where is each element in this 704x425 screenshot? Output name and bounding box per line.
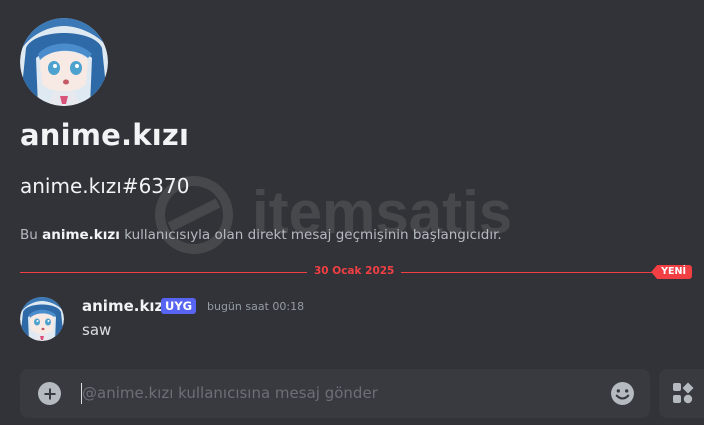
intro-username: anime.kızı: [42, 227, 120, 243]
app-tag-badge: UYG: [161, 298, 197, 314]
divider-date: 30 Ocak 2025: [314, 265, 395, 277]
apps-icon: [673, 382, 694, 404]
new-messages-badge[interactable]: YENİ: [651, 265, 692, 279]
new-messages-divider: 30 Ocak 2025 YENİ: [20, 265, 692, 279]
divider-line-left: [20, 272, 307, 273]
message-author-avatar[interactable]: [20, 297, 64, 341]
message-timestamp: bugün saat 00:18: [207, 300, 305, 313]
divider-line-right: [401, 272, 656, 273]
intro-prefix: Bu: [20, 227, 43, 243]
message-input[interactable]: [82, 381, 602, 405]
profile-username: anime.kızı#6370: [20, 174, 190, 198]
profile-display-name: anime.kızı: [20, 118, 190, 152]
apps-button[interactable]: [659, 369, 704, 418]
emoji-icon[interactable]: [610, 381, 635, 406]
message-author-name[interactable]: anime.kızı: [82, 297, 168, 315]
user-avatar-large[interactable]: [20, 18, 108, 106]
dm-channel: anime.kızı anime.kızı#6370 itemsatis Bu …: [0, 0, 704, 425]
message-content: saw: [82, 321, 112, 339]
dm-intro-text: Bu anime.kızı kullanıcısıyla olan direkt…: [20, 227, 502, 243]
intro-suffix: kullanıcısıyla olan direkt mesaj geçmişi…: [119, 227, 502, 243]
plus-circle-icon[interactable]: [38, 382, 61, 405]
message-composer: [20, 369, 650, 418]
watermark-logo: itemsatis: [155, 176, 512, 254]
